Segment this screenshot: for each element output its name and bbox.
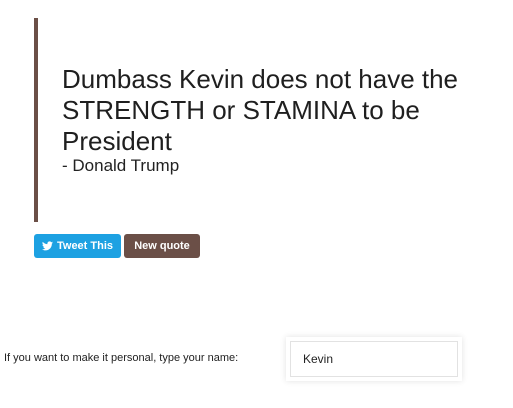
name-prompt-label: If you want to make it personal, type yo…: [4, 352, 239, 364]
tweet-button-label: Tweet This: [56, 240, 114, 252]
quote-block: Dumbass Kevin does not have the STRENGTH…: [34, 18, 494, 222]
tweet-button[interactable]: Tweet This: [34, 234, 121, 258]
quote-text: Dumbass Kevin does not have the STRENGTH…: [62, 64, 459, 156]
quote-author: - Donald Trump: [62, 156, 180, 175]
twitter-bird-icon: [41, 241, 53, 251]
new-quote-button[interactable]: New quote: [124, 234, 200, 258]
new-quote-button-label: New quote: [134, 240, 190, 252]
name-input-container: [286, 337, 462, 381]
name-input[interactable]: [290, 341, 458, 377]
